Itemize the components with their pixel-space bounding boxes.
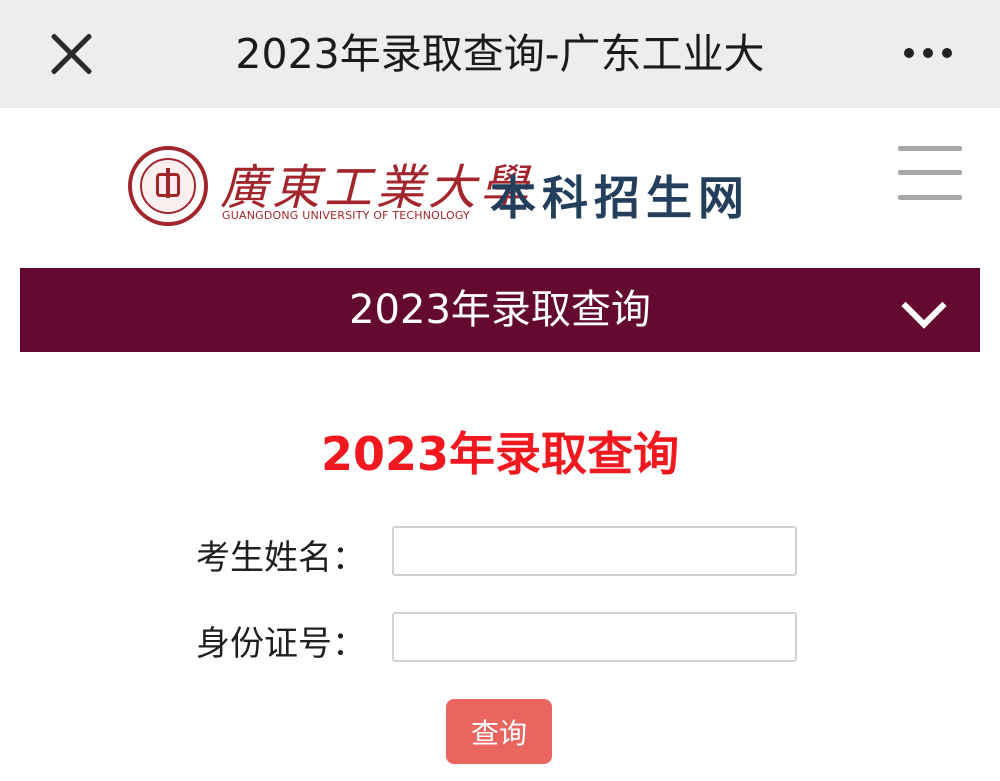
id-number-label: 身份证号： [196,624,366,664]
menu-bar [898,170,962,175]
window-title: 2023年录取查询-广东工业大 [235,30,765,78]
form-title: 2023年录取查询 [320,427,680,481]
university-seal-logo[interactable] [128,146,208,226]
browser-topbar: 2023年录取查询-广东工业大 [0,0,1000,108]
menu-bar [898,146,962,151]
hamburger-menu-icon[interactable] [898,146,962,202]
university-english-name: GUANGDONG UNIVERSITY OF TECHNOLOGY [222,209,470,222]
seal-inner-ring [140,158,196,214]
more-dot [904,48,914,58]
university-name-logo: 廣東工業大學 [220,160,533,216]
menu-bar [898,195,962,200]
close-icon[interactable] [48,30,96,78]
nav-title: 2023年录取查询 [349,287,651,333]
nav-dropdown-bar[interactable]: 2023年录取查询 [20,268,980,352]
query-button[interactable]: 查询 [446,699,552,764]
seal-emblem-icon [156,168,180,198]
id-number-input[interactable] [392,612,797,662]
more-options-icon[interactable] [904,46,952,60]
site-title: 本科招生网 [490,171,750,225]
name-label: 考生姓名： [196,538,366,578]
name-input[interactable] [392,526,797,576]
more-dot [942,48,952,58]
more-dot [923,48,933,58]
